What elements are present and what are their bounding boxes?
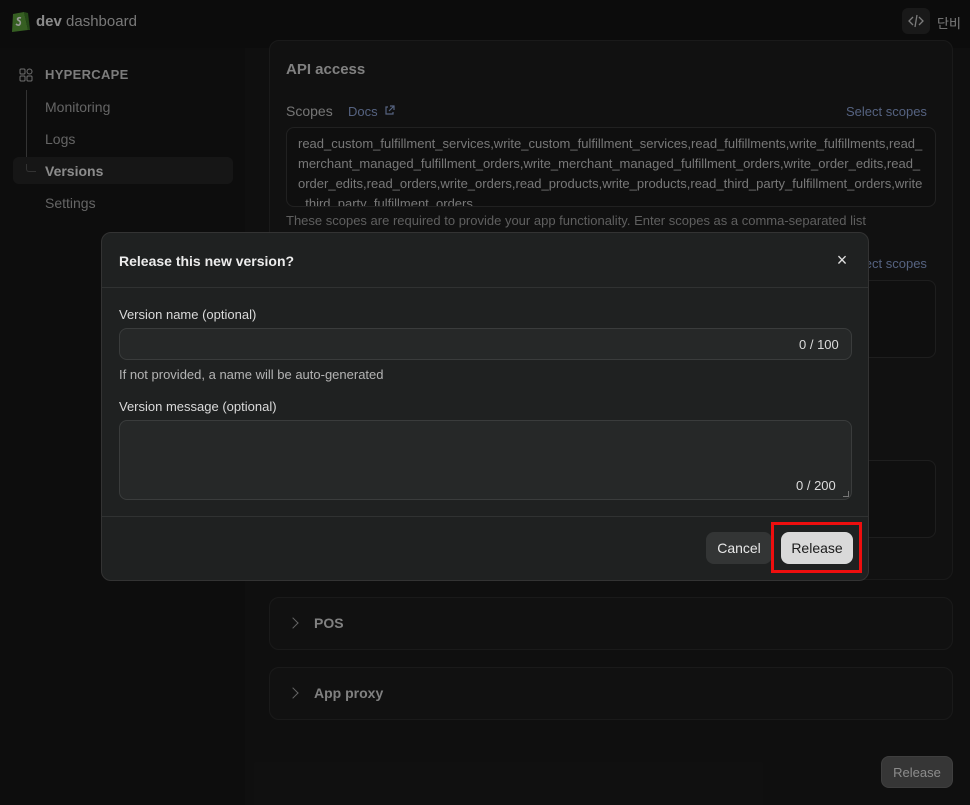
version-name-input[interactable] <box>119 328 852 360</box>
version-name-help: If not provided, a name will be auto-gen… <box>119 367 384 382</box>
release-button-highlight <box>771 522 862 573</box>
version-message-counter: 0 / 200 <box>796 478 836 493</box>
resize-handle-icon[interactable] <box>843 491 849 497</box>
modal-header: Release this new version? × <box>102 233 868 288</box>
version-message-label: Version message (optional) <box>119 399 277 414</box>
modal-title: Release this new version? <box>119 253 295 269</box>
version-message-textarea[interactable] <box>119 420 852 500</box>
cancel-button[interactable]: Cancel <box>706 532 772 564</box>
version-name-counter: 0 / 100 <box>799 337 839 352</box>
close-icon[interactable]: × <box>835 250 849 270</box>
modal-footer: Cancel Release <box>102 516 868 581</box>
release-version-modal: Release this new version? × Version name… <box>101 232 869 581</box>
version-name-label: Version name (optional) <box>119 307 257 322</box>
